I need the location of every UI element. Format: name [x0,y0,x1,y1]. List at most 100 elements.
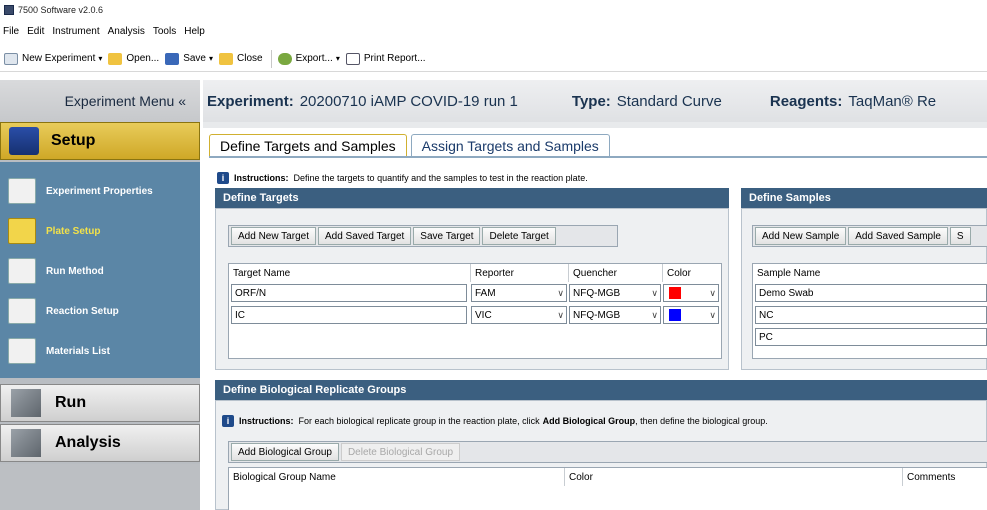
col-target-name: Target Name [229,264,471,282]
chevron-down-icon: ∨ [557,288,564,298]
export-button[interactable]: Export... ▾ [277,52,340,65]
bio-group-button-row: Add Biological Group Delete Biological G… [228,441,987,463]
main-panel: Experiment: 20200710 iAMP COVID-19 run 1… [203,80,987,510]
info-icon: i [222,415,234,427]
materials-list-icon [8,338,36,364]
dropdown-arrow-icon: ▾ [335,54,340,63]
new-experiment-button[interactable]: New Experiment ▾ [4,52,103,65]
close-button[interactable]: Close [219,52,263,65]
menu-help[interactable]: Help [184,26,205,37]
setup-section-header[interactable]: Setup [0,122,200,160]
setup-items: Experiment Properties Plate Setup Run Me… [0,162,200,378]
sidebar-item-label: Reaction Setup [46,305,119,317]
app-icon [4,5,14,15]
close-label: Close [237,53,263,64]
new-experiment-icon [4,52,18,65]
open-button[interactable]: Open... [108,52,159,65]
color-select[interactable]: ∨ [663,284,719,302]
menu-file[interactable]: File [3,26,19,37]
target-name-input[interactable]: ORF/N [231,284,467,302]
add-new-sample-button[interactable]: Add New Sample [755,227,847,245]
menu-analysis[interactable]: Analysis [108,26,145,37]
add-new-target-button[interactable]: Add New Target [231,227,316,245]
sidebar-item-materials-list[interactable]: Materials List [8,338,110,364]
chevron-down-icon: ∨ [651,288,658,298]
define-targets-title: Define Targets [223,192,299,204]
color-select[interactable]: ∨ [663,306,719,324]
tab-define-targets-and-samples[interactable]: Define Targets and Samples [209,134,407,156]
col-color: Color [667,267,691,279]
define-targets-panel: Add New Target Add Saved Target Save Tar… [215,208,729,370]
sidebar-item-experiment-properties[interactable]: Experiment Properties [8,178,153,204]
dropdown-arrow-icon: ▾ [98,54,103,63]
bio-groups-header: Define Biological Replicate Groups [215,380,987,400]
delete-biological-group-button[interactable]: Delete Biological Group [340,443,461,461]
toolbar-separator [270,49,272,68]
quencher-value: NFQ-MGB [573,287,621,299]
col-quencher: Quencher [569,264,663,282]
sidebar-item-plate-setup[interactable]: Plate Setup [8,218,100,244]
quencher-select[interactable]: NFQ-MGB ∨ [569,284,661,302]
instructions: i Instructions: Define the targets to qu… [217,172,588,184]
delete-target-button[interactable]: Delete Target [482,227,556,245]
bio-groups-table: Biological Group Name Color Comments [228,467,987,510]
analysis-label: Analysis [55,434,121,451]
experiment-key: Experiment: [207,92,294,110]
instructions-text: Define the targets to quantify and the s… [293,173,588,183]
run-section-header[interactable]: Run [0,384,200,422]
quencher-select[interactable]: NFQ-MGB ∨ [569,306,661,324]
toolbar: New Experiment ▾ Open... Save ▾ Close Ex… [0,46,987,72]
add-saved-sample-button[interactable]: Add Saved Sample [848,227,948,245]
analysis-section-header[interactable]: Analysis [0,424,200,462]
chevron-down-icon: ∨ [651,310,658,320]
sample-name-input[interactable]: PC [755,328,987,346]
sidebar-item-reaction-setup[interactable]: Reaction Setup [8,298,119,324]
run-icon [11,389,41,417]
save-button[interactable]: Save ▾ [165,52,213,65]
sidebar-item-label: Materials List [46,345,110,357]
save-label: Save [183,53,206,64]
type-key: Type: [571,92,611,110]
define-targets-header: Define Targets [215,188,729,208]
save-target-button[interactable]: Save Target [413,227,481,245]
targets-table: Target Name Reporter Quencher Color ORF/… [228,263,722,359]
add-saved-target-button[interactable]: Add Saved Target [317,227,412,245]
col-comments: Comments [907,471,956,483]
analysis-icon [11,429,41,457]
menu-tools[interactable]: Tools [153,26,176,37]
title-bar: 7500 Software v2.0.6 [0,0,987,20]
color-swatch [669,287,681,299]
info-icon: i [217,172,229,184]
add-biological-group-button[interactable]: Add Biological Group [231,443,339,461]
sidebar-item-label: Experiment Properties [46,185,153,197]
experiment-menu-panel: Experiment Menu « Setup Experiment Prope… [0,80,200,510]
type-value: Standard Curve [616,92,722,110]
save-sample-button[interactable]: S [949,227,971,245]
sidebar-item-label: Run Method [46,265,104,277]
reagents-value: TaqMan® Re [848,92,937,110]
new-experiment-label: New Experiment [22,53,96,64]
print-report-button[interactable]: Print Report... [345,52,426,65]
reporter-select[interactable]: VIC ∨ [471,306,567,324]
experiment-menu-label: Experiment Menu « [64,93,186,109]
sample-name-input[interactable]: NC [755,306,987,324]
sample-name-input[interactable]: Demo Swab [755,284,987,302]
col-biological-group-name: Biological Group Name [229,468,565,486]
setup-icon [9,127,39,155]
menu-instrument[interactable]: Instrument [52,26,99,37]
col-reporter: Reporter [471,264,569,282]
col-color: Color [565,468,903,486]
target-name-input[interactable]: IC [231,306,467,324]
instructions-emphasis: Add Biological Group [542,416,636,426]
tab-assign-targets-and-samples[interactable]: Assign Targets and Samples [410,134,610,156]
instructions-tail: , then define the biological group. [635,416,768,426]
reagents-key: Reagents: [769,92,843,110]
target-button-row: Add New Target Add Saved Target Save Tar… [228,225,618,247]
menu-edit[interactable]: Edit [27,26,44,37]
experiment-menu-header[interactable]: Experiment Menu « [0,80,200,122]
reporter-select[interactable]: FAM ∨ [471,284,567,302]
sidebar-item-label: Plate Setup [46,225,101,237]
tab-label: Define Targets and Samples [220,137,396,154]
export-globe-icon [277,52,292,65]
sidebar-item-run-method[interactable]: Run Method [8,258,104,284]
